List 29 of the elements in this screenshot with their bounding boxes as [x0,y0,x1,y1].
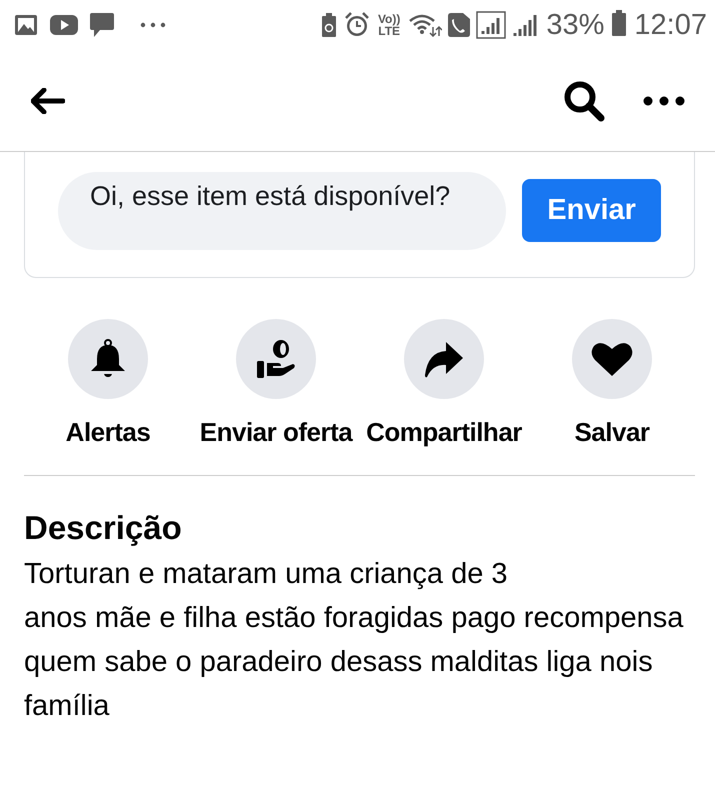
alarm-icon [344,12,370,38]
action-label[interactable]: Alertas [25,415,191,449]
share-arrow-icon [424,340,464,378]
more-icon[interactable] [643,96,685,106]
volte-icon: Vo)) LTE [378,13,400,37]
battery-saver-icon [322,13,336,37]
action-label[interactable]: Salvar [529,415,695,449]
clock: 12:07 [634,8,707,42]
action-label[interactable]: Compartilhar [361,415,527,449]
back-icon[interactable] [31,88,65,114]
description-text: Torturan e mataram uma criança de 3 anos mãe e filha estão foragidas pago recompensa quem sabe o paradeiro desass malditas liga nois família [24,557,684,724]
send-button[interactable]: Enviar [522,179,661,242]
chat-icon [90,12,114,38]
video-icon [50,14,78,36]
battery-icon [612,10,626,36]
bell-icon [89,339,127,379]
coin-hand-icon [256,339,296,379]
more-icon [140,22,166,28]
battery-percent: 33% [546,8,604,42]
heart-icon [591,341,633,377]
phone-icon [448,13,470,37]
message-field[interactable]: Oi, esse item está disponível? [58,172,506,250]
signal-icon [476,11,506,39]
search-icon[interactable] [563,80,605,122]
gallery-icon [14,14,38,36]
description-title: Descrição [24,508,183,548]
action-label[interactable]: Enviar oferta [193,415,359,449]
wifi-icon [408,13,442,37]
signal-icon [512,13,538,37]
